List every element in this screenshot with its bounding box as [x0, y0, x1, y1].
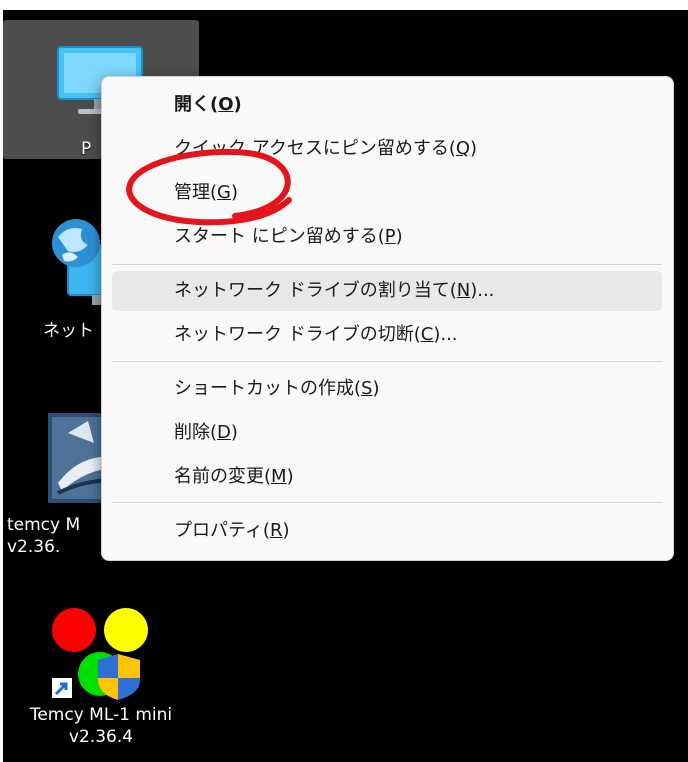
menu-separator: [112, 502, 662, 503]
menu-item-tail: ): [470, 138, 478, 159]
desktop-icon-temcy-mini[interactable]: Temcy ML-1 mini v2.36.4: [3, 600, 199, 760]
menu-item-label: クイック アクセスにピン留めする(: [174, 138, 456, 159]
menu-item-tail: ): [230, 182, 239, 203]
menu-item-tail: ): [230, 422, 238, 443]
menu-item-delete[interactable]: 削除(D): [112, 413, 662, 453]
menu-item-tail: ): [372, 378, 380, 399]
menu-item-tail: ): [282, 520, 290, 541]
menu-item-pin-start[interactable]: スタート にピン留めする(P): [112, 217, 662, 257]
menu-item-mnemonic: S: [361, 378, 373, 399]
menu-item-mnemonic: C: [420, 324, 434, 345]
menu-item-create-shortcut[interactable]: ショートカットの作成(S): [112, 369, 662, 409]
menu-item-label: 開く(: [174, 94, 219, 115]
menu-item-disconnect-network-drive[interactable]: ネットワーク ドライブの切断(C)...: [112, 315, 662, 355]
menu-item-label: 管理(: [174, 182, 218, 203]
icon-label-pc: P: [81, 139, 92, 159]
menu-item-mnemonic: O: [218, 94, 234, 115]
menu-item-tail: ): [286, 466, 294, 487]
menu-item-tail: ): [233, 94, 242, 115]
temcy-mini-shortcut-icon: [52, 608, 148, 700]
menu-item-tail: )...: [470, 280, 495, 301]
desktop: P ネット temcy M v2.36. Temcy ML-1 mini v2.…: [3, 10, 688, 762]
icon-label-network: ネット: [43, 321, 94, 341]
menu-item-properties[interactable]: プロパティ(R): [112, 511, 662, 551]
menu-item-tail: ): [395, 226, 403, 247]
menu-item-mnemonic: P: [384, 226, 396, 247]
menu-item-mnemonic: D: [217, 422, 231, 443]
menu-item-mnemonic: M: [271, 466, 287, 487]
menu-item-label: ネットワーク ドライブの割り当て(: [174, 280, 457, 301]
menu-item-label: スタート にピン留めする(: [174, 226, 385, 247]
menu-item-tail: )...: [433, 324, 458, 345]
menu-item-map-network-drive[interactable]: ネットワーク ドライブの割り当て(N)...: [112, 271, 662, 311]
menu-item-mnemonic: Q: [455, 138, 471, 159]
menu-item-mnemonic: R: [269, 520, 283, 541]
menu-item-open[interactable]: 開く(O): [112, 85, 662, 125]
menu-item-label: プロパティ(: [174, 520, 270, 541]
menu-item-rename[interactable]: 名前の変更(M): [112, 457, 662, 497]
icon-label-temcy-mini: Temcy ML-1 mini v2.36.4: [29, 705, 173, 747]
menu-item-mnemonic: G: [217, 182, 231, 203]
menu-separator: [112, 264, 662, 265]
menu-item-manage[interactable]: 管理(G): [112, 173, 662, 213]
menu-item-pin-quick-access[interactable]: クイック アクセスにピン留めする(Q): [112, 129, 662, 169]
context-menu: 開く(O) クイック アクセスにピン留めする(Q) 管理(G) スタート にピン…: [101, 76, 674, 561]
menu-separator: [112, 361, 662, 362]
menu-item-mnemonic: N: [456, 280, 471, 301]
menu-item-label: ネットワーク ドライブの切断(: [174, 324, 421, 345]
menu-item-label: 名前の変更(: [174, 466, 272, 487]
menu-item-label: 削除(: [174, 422, 218, 443]
menu-item-label: ショートカットの作成(: [174, 378, 362, 399]
